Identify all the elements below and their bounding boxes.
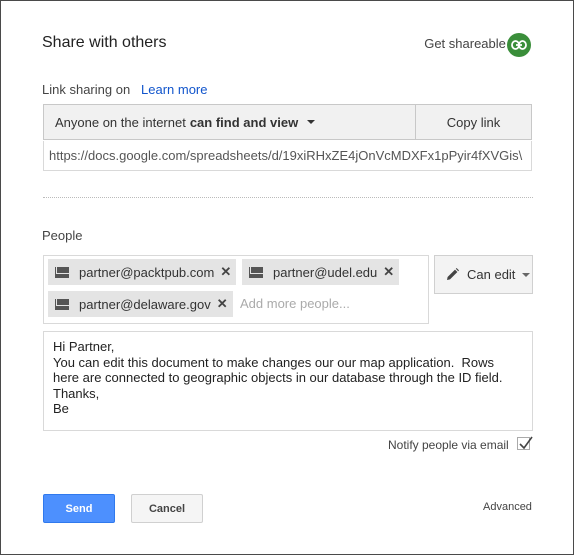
remove-icon[interactable]: ✕ (383, 264, 394, 280)
permission-label: Can edit (467, 267, 516, 282)
advanced-link[interactable]: Advanced (483, 501, 532, 513)
divider (43, 197, 533, 198)
link-icon[interactable] (507, 33, 531, 57)
mail-icon (55, 298, 69, 310)
remove-icon[interactable]: ✕ (220, 264, 231, 280)
chip-email: partner@udel.edu (273, 264, 378, 280)
share-url-field[interactable]: https://docs.google.com/spreadsheets/d/1… (43, 141, 532, 171)
person-chip[interactable]: partner@delaware.gov ✕ (48, 291, 233, 317)
people-label: People (42, 228, 83, 243)
dropdown-caret-icon (307, 120, 316, 124)
share-dialog: Share with others Get shareable link Lin… (0, 0, 574, 555)
send-button[interactable]: Send (43, 494, 115, 523)
person-chip[interactable]: partner@packtpub.com ✕ (48, 259, 237, 285)
chip-email: partner@packtpub.com (79, 264, 215, 280)
access-prefix: Anyone on the internet (55, 114, 186, 130)
cancel-button[interactable]: Cancel (131, 494, 203, 523)
dropdown-caret-icon (522, 272, 531, 277)
checkmark-icon (519, 436, 533, 450)
mail-icon (249, 266, 263, 278)
add-more-people-input[interactable]: Add more people... (240, 296, 350, 311)
chip-email: partner@delaware.gov (79, 296, 211, 312)
access-level: can find and view (189, 114, 299, 130)
person-chip[interactable]: partner@udel.edu ✕ (242, 259, 400, 285)
notify-checkbox[interactable] (517, 436, 533, 450)
notify-label: Notify people via email (388, 438, 509, 452)
pencil-icon (445, 267, 460, 282)
copy-link-button[interactable]: Copy link (416, 104, 532, 140)
mail-icon (55, 266, 69, 278)
link-access-dropdown[interactable]: Anyone on the internet can find and view (43, 104, 416, 140)
permission-dropdown[interactable]: Can edit (434, 255, 533, 294)
message-textarea[interactable]: Hi Partner, You can edit this document t… (43, 331, 533, 431)
dialog-title: Share with others (42, 34, 167, 51)
learn-more-link[interactable]: Learn more (141, 82, 207, 97)
link-sharing-label: Link sharing on (42, 82, 131, 97)
remove-icon[interactable]: ✕ (217, 296, 228, 312)
